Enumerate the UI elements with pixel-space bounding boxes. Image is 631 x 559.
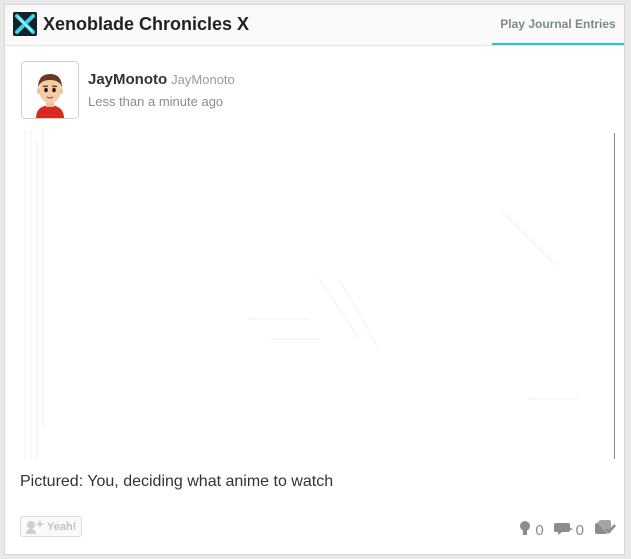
yeah-count-stat[interactable]: 0 xyxy=(517,520,544,540)
yeah-count-icon xyxy=(517,520,533,540)
user-display-name[interactable]: JayMonoto xyxy=(88,71,167,88)
post-header: Xenoblade Chronicles X Play Journal Entr… xyxy=(5,5,624,46)
post-stats: 0 0 xyxy=(517,520,616,540)
user-id: JayMonoto xyxy=(171,72,235,87)
tab-play-journal-entries[interactable]: Play Journal Entries xyxy=(492,5,624,45)
post-body-text: Pictured: You, deciding what anime to wa… xyxy=(20,473,334,490)
post-screenshot[interactable] xyxy=(19,129,615,459)
comment-icon xyxy=(553,520,574,540)
post-card: Xenoblade Chronicles X Play Journal Entr… xyxy=(4,4,625,555)
xenoblade-x-logo-icon[interactable] xyxy=(13,12,37,36)
played-badge-icon xyxy=(594,520,616,540)
yeah-icon xyxy=(24,519,44,538)
mii-avatar-icon[interactable] xyxy=(21,61,79,119)
comment-count-stat[interactable]: 0 xyxy=(553,520,584,540)
post-timestamp: Less than a minute ago xyxy=(88,94,224,109)
yeah-label: Yeah! xyxy=(47,521,77,533)
yeah-count: 0 xyxy=(535,521,544,539)
comment-count: 0 xyxy=(575,521,584,539)
yeah-button[interactable]: Yeah! xyxy=(20,516,82,537)
played-stat[interactable] xyxy=(594,520,616,540)
game-title[interactable]: Xenoblade Chronicles X xyxy=(43,14,249,35)
user-name[interactable]: JayMonoto JayMonoto xyxy=(88,71,235,88)
